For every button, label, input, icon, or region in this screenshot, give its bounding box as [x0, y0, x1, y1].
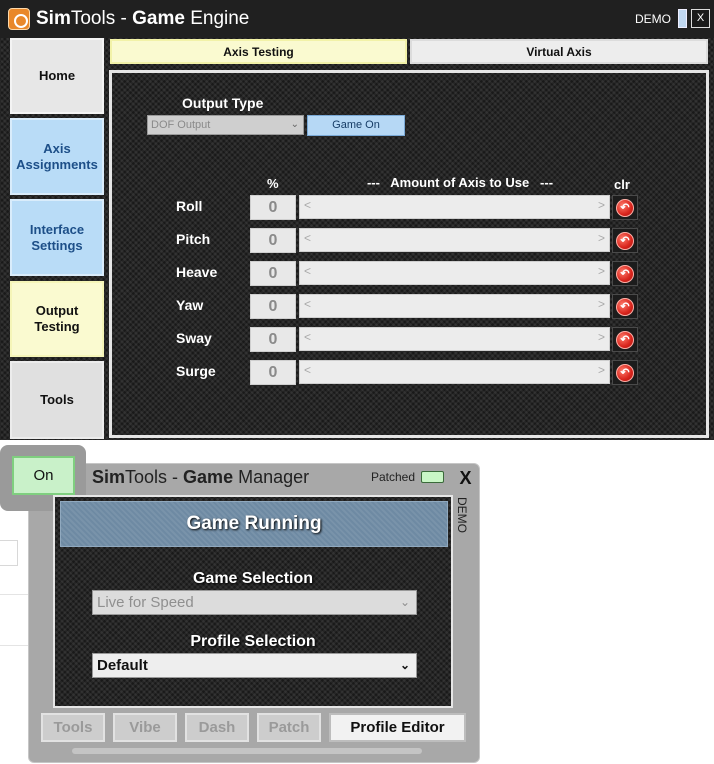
manager-close-button[interactable]: X — [453, 463, 478, 493]
chevron-down-icon: ⌄ — [290, 119, 299, 130]
arrow-right-icon[interactable]: > — [598, 297, 605, 311]
undo-icon: ↶ — [616, 199, 634, 217]
nav-output-testing-button[interactable]: Output Testing — [10, 281, 104, 357]
arrow-left-icon[interactable]: < — [304, 330, 311, 344]
game-selection-value: Live for Speed — [97, 594, 194, 611]
arrow-right-icon[interactable]: > — [598, 330, 605, 344]
axis-slider[interactable]: < > — [299, 294, 610, 318]
output-type-label: Output Type — [182, 95, 264, 111]
clear-button[interactable]: ↶ — [612, 261, 638, 286]
on-button[interactable]: On — [12, 456, 75, 495]
patch-button[interactable]: Patch — [257, 713, 321, 742]
clr-header: clr — [614, 177, 630, 192]
dash-button[interactable]: Dash — [185, 713, 249, 742]
profile-selection-label: Profile Selection — [190, 633, 316, 650]
arrow-left-icon[interactable]: < — [304, 363, 311, 377]
axis-slider[interactable]: < > — [299, 327, 610, 351]
axis-slider[interactable]: < > — [299, 195, 610, 219]
profile-selection-value: Default — [97, 657, 148, 674]
engine-title: SimTools - Game Engine — [36, 8, 250, 29]
nav-tools-button[interactable]: Tools — [10, 361, 104, 439]
manager-screen: Game Running Game Selection Live for Spe… — [53, 495, 453, 708]
game-status-banner: Game Running — [60, 501, 448, 547]
game-on-button[interactable]: Game On — [307, 115, 405, 136]
simtools-logo-icon — [8, 8, 30, 30]
undo-icon: ↶ — [616, 298, 634, 316]
undo-icon: ↶ — [616, 232, 634, 250]
arrow-right-icon[interactable]: > — [598, 231, 605, 245]
arrow-left-icon[interactable]: < — [304, 264, 311, 278]
chevron-down-icon: ⌄ — [399, 595, 410, 609]
nav-home-button[interactable]: Home — [10, 38, 104, 114]
axis-slider[interactable]: < > — [299, 228, 610, 252]
axis-value-input[interactable]: 0 — [250, 360, 296, 385]
clear-button[interactable]: ↶ — [612, 327, 638, 352]
arrow-left-icon[interactable]: < — [304, 231, 311, 245]
axis-value-input[interactable]: 0 — [250, 261, 296, 286]
axis-testing-panel: Output Type DOF Output ⌄ Game On % --- A… — [109, 70, 709, 438]
undo-icon: ↶ — [616, 331, 634, 349]
manager-bottom-bar — [72, 748, 422, 754]
chevron-down-icon: ⌄ — [399, 658, 410, 672]
patched-indicator — [421, 471, 444, 483]
arrow-left-icon[interactable]: < — [304, 198, 311, 212]
clear-button[interactable]: ↶ — [612, 294, 638, 319]
axis-name: Heave — [176, 264, 218, 280]
axis-row-sway: Sway 0 < > ↶ — [112, 326, 712, 352]
vibe-button[interactable]: Vibe — [113, 713, 177, 742]
clear-button[interactable]: ↶ — [612, 228, 638, 253]
axis-row-roll: Roll 0 < > ↶ — [112, 194, 712, 220]
amount-header: --- Amount of Axis to Use --- — [366, 175, 554, 190]
axis-name: Surge — [176, 363, 216, 379]
axis-row-pitch: Pitch 0 < > ↶ — [112, 227, 712, 253]
nav-axis-assignments-button[interactable]: Axis Assignments — [10, 118, 104, 195]
axis-name: Pitch — [176, 231, 211, 247]
axis-name: Yaw — [176, 297, 204, 313]
axis-row-yaw: Yaw 0 < > ↶ — [112, 293, 712, 319]
axis-row-surge: Surge 0 < > ↶ — [112, 359, 712, 385]
output-type-select[interactable]: DOF Output ⌄ — [147, 115, 304, 135]
demo-label: DEMO — [635, 12, 671, 26]
clear-button[interactable]: ↶ — [612, 360, 638, 385]
axis-slider[interactable]: < > — [299, 261, 610, 285]
tab-axis-testing[interactable]: Axis Testing — [110, 39, 407, 64]
arrow-right-icon[interactable]: > — [598, 363, 605, 377]
axis-row-heave: Heave 0 < > ↶ — [112, 260, 712, 286]
nav-interface-settings-button[interactable]: Interface Settings — [10, 199, 104, 276]
manager-title: SimTools - Game Manager — [92, 467, 310, 487]
tools-button[interactable]: Tools — [41, 713, 105, 742]
profile-selection-dropdown[interactable]: Default ⌄ — [92, 653, 417, 678]
engine-titlebar: SimTools - Game Engine DEMO X — [0, 0, 714, 38]
game-manager-window: On SimTools - Game Manager Patched X DEM… — [0, 445, 480, 764]
clear-button[interactable]: ↶ — [612, 195, 638, 220]
percent-header: % — [267, 176, 279, 191]
game-selection-dropdown[interactable]: Live for Speed ⌄ — [92, 590, 417, 615]
axis-value-input[interactable]: 0 — [250, 327, 296, 352]
axis-value-input[interactable]: 0 — [250, 294, 296, 319]
game-selection-label: Game Selection — [192, 570, 314, 587]
axis-name: Sway — [176, 330, 212, 346]
arrow-left-icon[interactable]: < — [304, 297, 311, 311]
patched-label: Patched — [371, 470, 416, 484]
demo-indicator — [678, 9, 687, 28]
arrow-right-icon[interactable]: > — [598, 264, 605, 278]
undo-icon: ↶ — [616, 364, 634, 382]
axis-value-input[interactable]: 0 — [250, 228, 296, 253]
manager-demo-label: DEMO — [455, 497, 469, 533]
undo-icon: ↶ — [616, 265, 634, 283]
profile-editor-button[interactable]: Profile Editor — [329, 713, 466, 742]
arrow-right-icon[interactable]: > — [598, 198, 605, 212]
close-button[interactable]: X — [691, 9, 710, 28]
output-type-value: DOF Output — [151, 119, 211, 131]
axis-slider[interactable]: < > — [299, 360, 610, 384]
axis-name: Roll — [176, 198, 203, 214]
tab-virtual-axis[interactable]: Virtual Axis — [410, 39, 708, 64]
axis-value-input[interactable]: 0 — [250, 195, 296, 220]
game-engine-window: SimTools - Game Engine DEMO X Home Axis … — [0, 0, 714, 440]
